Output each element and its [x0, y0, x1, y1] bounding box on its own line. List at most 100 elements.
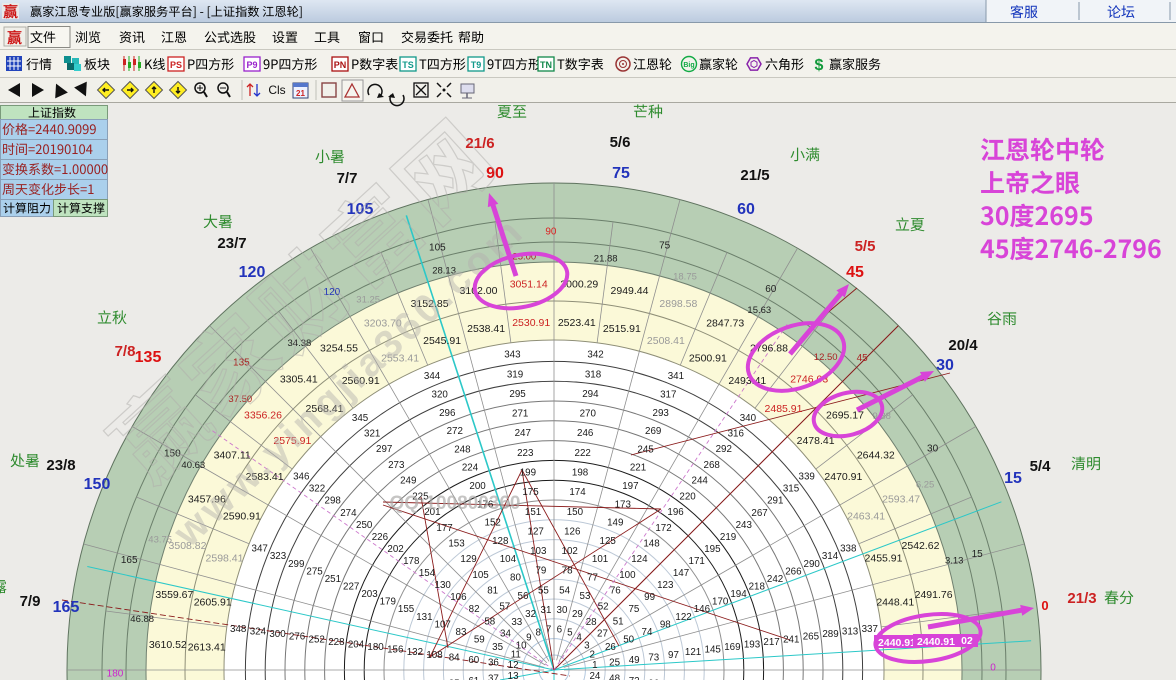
- svg-text:5/6: 5/6: [610, 134, 631, 151]
- svg-text:2949.44: 2949.44: [611, 285, 649, 297]
- svg-text:56: 56: [518, 591, 529, 602]
- svg-text:35: 35: [492, 642, 503, 653]
- svg-text:30: 30: [936, 357, 954, 374]
- svg-text:195: 195: [704, 544, 721, 555]
- svg-text:34: 34: [500, 628, 511, 639]
- svg-text:293: 293: [653, 408, 670, 419]
- svg-text:221: 221: [630, 463, 646, 474]
- svg-text:178: 178: [403, 556, 420, 567]
- svg-text:2605.91: 2605.91: [194, 597, 232, 609]
- svg-text:348: 348: [230, 624, 247, 635]
- svg-text:204: 204: [348, 639, 365, 650]
- svg-text:228: 228: [328, 637, 345, 648]
- svg-text:2: 2: [589, 650, 594, 661]
- svg-text:33: 33: [511, 617, 522, 628]
- svg-text:297: 297: [376, 444, 392, 455]
- svg-text:5: 5: [567, 627, 573, 638]
- svg-text:220: 220: [679, 491, 696, 502]
- svg-text:323: 323: [270, 551, 287, 562]
- svg-text:224: 224: [462, 463, 479, 474]
- svg-text:252: 252: [309, 634, 325, 645]
- svg-text:51: 51: [613, 616, 624, 627]
- svg-text:130: 130: [435, 580, 452, 591]
- svg-text:82: 82: [469, 604, 480, 615]
- svg-text:3305.41: 3305.41: [280, 374, 318, 386]
- svg-text:314: 314: [822, 551, 839, 562]
- svg-text:296: 296: [439, 408, 456, 419]
- svg-text:11: 11: [511, 650, 521, 661]
- svg-text:37: 37: [488, 674, 499, 680]
- svg-text:241: 241: [783, 634, 799, 645]
- svg-text:TS: TS: [402, 60, 414, 70]
- svg-text:7/7: 7/7: [337, 170, 358, 187]
- svg-text:270: 270: [580, 409, 597, 420]
- svg-text:61: 61: [468, 676, 479, 680]
- svg-text:196: 196: [667, 507, 684, 518]
- svg-text:292: 292: [716, 444, 732, 455]
- svg-text:98: 98: [660, 619, 671, 630]
- svg-text:0: 0: [1041, 598, 1048, 613]
- svg-text:3.13: 3.13: [945, 556, 964, 567]
- svg-text:316: 316: [728, 429, 745, 440]
- svg-text:75: 75: [612, 165, 630, 182]
- svg-text:3610.52: 3610.52: [149, 639, 187, 651]
- svg-text:289: 289: [822, 629, 838, 640]
- svg-text:217: 217: [763, 637, 779, 648]
- svg-text:150: 150: [84, 476, 111, 493]
- svg-text:21.88: 21.88: [594, 254, 618, 265]
- svg-text:2515.91: 2515.91: [603, 323, 641, 335]
- svg-text:2523.41: 2523.41: [558, 317, 596, 329]
- svg-text:20/4: 20/4: [948, 337, 978, 354]
- svg-text:60: 60: [737, 201, 755, 218]
- svg-text:172: 172: [655, 523, 671, 534]
- svg-text:$: $: [815, 57, 824, 74]
- svg-text:337: 337: [862, 624, 878, 635]
- svg-text:318: 318: [585, 369, 602, 380]
- svg-text:80: 80: [510, 573, 521, 584]
- svg-text:106: 106: [450, 592, 467, 603]
- svg-text:97: 97: [668, 650, 679, 661]
- svg-text:81: 81: [487, 586, 498, 597]
- svg-text:30: 30: [557, 605, 568, 616]
- svg-text:174: 174: [569, 487, 586, 498]
- svg-text:30: 30: [927, 443, 939, 454]
- svg-text:101: 101: [592, 554, 608, 565]
- svg-text:202: 202: [387, 544, 403, 555]
- svg-text:200: 200: [469, 481, 486, 492]
- svg-text:324: 324: [250, 627, 267, 638]
- svg-text:291: 291: [767, 496, 783, 507]
- svg-text:177: 177: [436, 523, 452, 534]
- svg-text:347: 347: [252, 544, 268, 555]
- svg-text:247: 247: [515, 428, 531, 439]
- svg-text:155: 155: [398, 604, 415, 615]
- svg-text:45: 45: [857, 353, 869, 364]
- svg-text:2644.32: 2644.32: [857, 450, 895, 462]
- svg-text:2898.58: 2898.58: [659, 298, 697, 310]
- svg-text:2470.91: 2470.91: [824, 471, 862, 483]
- svg-text:154: 154: [419, 568, 436, 579]
- svg-text:8: 8: [535, 627, 541, 638]
- svg-text:25: 25: [609, 658, 620, 669]
- svg-text:2463.41: 2463.41: [847, 511, 885, 523]
- svg-text:43.75: 43.75: [148, 535, 172, 546]
- svg-text:272: 272: [447, 426, 463, 437]
- svg-text:320: 320: [432, 390, 449, 401]
- svg-text:52: 52: [598, 601, 609, 612]
- svg-text:49: 49: [629, 655, 640, 666]
- svg-text:2847.73: 2847.73: [706, 317, 744, 329]
- svg-text:123: 123: [657, 580, 674, 591]
- svg-text:74: 74: [642, 627, 653, 638]
- svg-text:321: 321: [364, 429, 380, 440]
- svg-text:15: 15: [1004, 470, 1022, 487]
- svg-text:21/5: 21/5: [740, 167, 769, 184]
- svg-text:6: 6: [557, 625, 563, 636]
- svg-text:58: 58: [484, 616, 495, 627]
- svg-text:T9: T9: [471, 60, 482, 70]
- svg-text:298: 298: [325, 496, 342, 507]
- svg-text:2448.41: 2448.41: [876, 597, 914, 609]
- svg-text:246: 246: [577, 428, 594, 439]
- svg-text:132: 132: [407, 647, 423, 658]
- svg-text:242: 242: [767, 574, 783, 585]
- svg-text:34.38: 34.38: [288, 338, 312, 349]
- svg-text:165: 165: [53, 599, 80, 616]
